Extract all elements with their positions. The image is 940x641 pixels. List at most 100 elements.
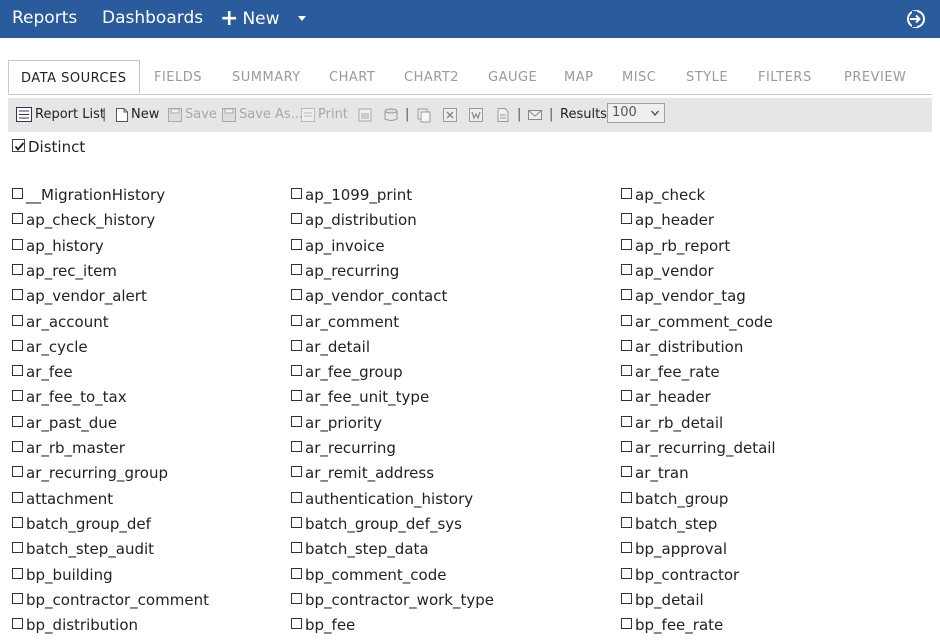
data-source-checkbox[interactable] <box>12 315 23 326</box>
data-source-item[interactable]: ar_fee_unit_type <box>291 386 429 408</box>
data-source-item[interactable]: batch_step_audit <box>12 538 154 560</box>
data-source-checkbox[interactable] <box>621 416 632 427</box>
data-source-item[interactable]: ar_fee <box>12 361 73 383</box>
data-source-item[interactable]: ar_fee_rate <box>621 361 720 383</box>
data-source-checkbox[interactable] <box>291 239 302 250</box>
data-source-item[interactable]: attachment <box>12 488 113 510</box>
data-source-checkbox[interactable] <box>621 618 632 629</box>
data-source-item[interactable]: ar_recurring_detail <box>621 437 776 459</box>
data-source-checkbox[interactable] <box>12 340 23 351</box>
data-source-item[interactable]: ap_rec_item <box>12 260 117 282</box>
results-select[interactable]: 100 <box>607 103 665 123</box>
report-list-button[interactable]: Report List <box>16 107 105 123</box>
data-source-checkbox[interactable] <box>621 390 632 401</box>
data-source-item[interactable]: batch_step_data <box>291 538 429 560</box>
tab-data-sources[interactable]: DATA SOURCES <box>8 60 140 94</box>
data-source-checkbox[interactable] <box>291 593 302 604</box>
data-source-checkbox[interactable] <box>12 188 23 199</box>
word-icon[interactable] <box>468 107 484 123</box>
data-source-checkbox[interactable] <box>12 517 23 528</box>
data-source-checkbox[interactable] <box>291 568 302 579</box>
sql-icon[interactable] <box>383 107 399 123</box>
tab-preview[interactable]: PREVIEW <box>844 60 906 94</box>
html-export-icon[interactable] <box>357 107 373 123</box>
data-source-item[interactable]: ar_past_due <box>12 412 117 434</box>
data-source-item[interactable]: ar_cycle <box>12 336 88 358</box>
data-source-item[interactable]: bp_fee <box>291 614 355 636</box>
data-source-checkbox[interactable] <box>291 340 302 351</box>
data-source-item[interactable]: batch_step <box>621 513 717 535</box>
data-source-item[interactable]: bp_fee_rate <box>621 614 723 636</box>
data-source-item[interactable]: __MigrationHistory <box>12 184 165 206</box>
data-source-checkbox[interactable] <box>291 315 302 326</box>
data-source-item[interactable]: bp_contractor_comment <box>12 589 209 611</box>
tab-style[interactable]: STYLE <box>686 60 728 94</box>
data-source-checkbox[interactable] <box>621 593 632 604</box>
data-source-checkbox[interactable] <box>12 593 23 604</box>
data-source-item[interactable]: ar_tran <box>621 462 689 484</box>
data-source-checkbox[interactable] <box>291 289 302 300</box>
data-source-checkbox[interactable] <box>291 542 302 553</box>
csv-icon[interactable] <box>495 107 511 123</box>
nav-new-button[interactable]: + New <box>220 7 280 30</box>
data-source-item[interactable]: ap_header <box>621 209 714 231</box>
data-source-item[interactable]: bp_approval <box>621 538 727 560</box>
data-source-item[interactable]: ap_check <box>621 184 705 206</box>
nav-reports-link[interactable]: Reports <box>12 7 77 29</box>
data-source-item[interactable]: ap_check_history <box>12 209 155 231</box>
data-source-checkbox[interactable] <box>291 188 302 199</box>
data-source-item[interactable]: ar_header <box>621 386 711 408</box>
data-source-checkbox[interactable] <box>621 517 632 528</box>
data-source-item[interactable]: ap_vendor_contact <box>291 285 447 307</box>
email-icon[interactable] <box>527 107 543 123</box>
data-source-checkbox[interactable] <box>12 390 23 401</box>
data-source-item[interactable]: batch_group_def <box>12 513 151 535</box>
data-source-item[interactable]: ap_history <box>12 235 104 257</box>
data-source-item[interactable]: ar_fee_group <box>291 361 403 383</box>
data-source-item[interactable]: ar_remit_address <box>291 462 434 484</box>
data-source-checkbox[interactable] <box>621 542 632 553</box>
data-source-checkbox[interactable] <box>291 365 302 376</box>
data-source-item[interactable]: ar_comment_code <box>621 311 773 333</box>
data-source-checkbox[interactable] <box>12 618 23 629</box>
data-source-checkbox[interactable] <box>12 213 23 224</box>
data-source-item[interactable]: bp_comment_code <box>291 564 446 586</box>
data-source-checkbox[interactable] <box>621 239 632 250</box>
data-source-checkbox[interactable] <box>12 568 23 579</box>
data-source-item[interactable]: ap_vendor_alert <box>12 285 147 307</box>
data-source-checkbox[interactable] <box>621 365 632 376</box>
data-source-checkbox[interactable] <box>12 542 23 553</box>
excel-icon[interactable] <box>442 107 458 123</box>
data-source-item[interactable]: ap_rb_report <box>621 235 730 257</box>
data-source-item[interactable]: ap_1099_print <box>291 184 412 206</box>
data-source-item[interactable]: batch_group_def_sys <box>291 513 462 535</box>
data-source-checkbox[interactable] <box>621 188 632 199</box>
data-source-checkbox[interactable] <box>291 618 302 629</box>
data-source-checkbox[interactable] <box>621 289 632 300</box>
tab-misc[interactable]: MISC <box>622 60 656 94</box>
data-source-item[interactable]: ar_recurring <box>291 437 396 459</box>
tab-chart[interactable]: CHART <box>329 60 375 94</box>
data-source-item[interactable]: ar_priority <box>291 412 382 434</box>
data-source-item[interactable]: ar_fee_to_tax <box>12 386 127 408</box>
data-source-item[interactable]: ar_rb_master <box>12 437 125 459</box>
data-source-item[interactable]: ar_recurring_group <box>12 462 168 484</box>
tab-fields[interactable]: FIELDS <box>154 60 202 94</box>
data-source-checkbox[interactable] <box>621 441 632 452</box>
data-source-item[interactable]: ap_recurring <box>291 260 399 282</box>
data-source-item[interactable]: bp_contractor_work_type <box>291 589 494 611</box>
data-source-item[interactable]: ap_distribution <box>291 209 417 231</box>
data-source-checkbox[interactable] <box>621 264 632 275</box>
data-source-checkbox[interactable] <box>621 315 632 326</box>
data-source-item[interactable]: authentication_history <box>291 488 473 510</box>
data-source-checkbox[interactable] <box>12 492 23 503</box>
distinct-checkbox[interactable] <box>12 139 25 152</box>
data-source-checkbox[interactable] <box>291 416 302 427</box>
data-source-item[interactable]: ar_comment <box>291 311 399 333</box>
data-source-item[interactable]: ap_vendor <box>621 260 714 282</box>
distinct-option[interactable]: Distinct <box>12 138 85 156</box>
data-source-item[interactable]: ar_detail <box>291 336 370 358</box>
data-source-item[interactable]: batch_group <box>621 488 728 510</box>
data-source-item[interactable]: ap_invoice <box>291 235 385 257</box>
data-source-checkbox[interactable] <box>12 441 23 452</box>
